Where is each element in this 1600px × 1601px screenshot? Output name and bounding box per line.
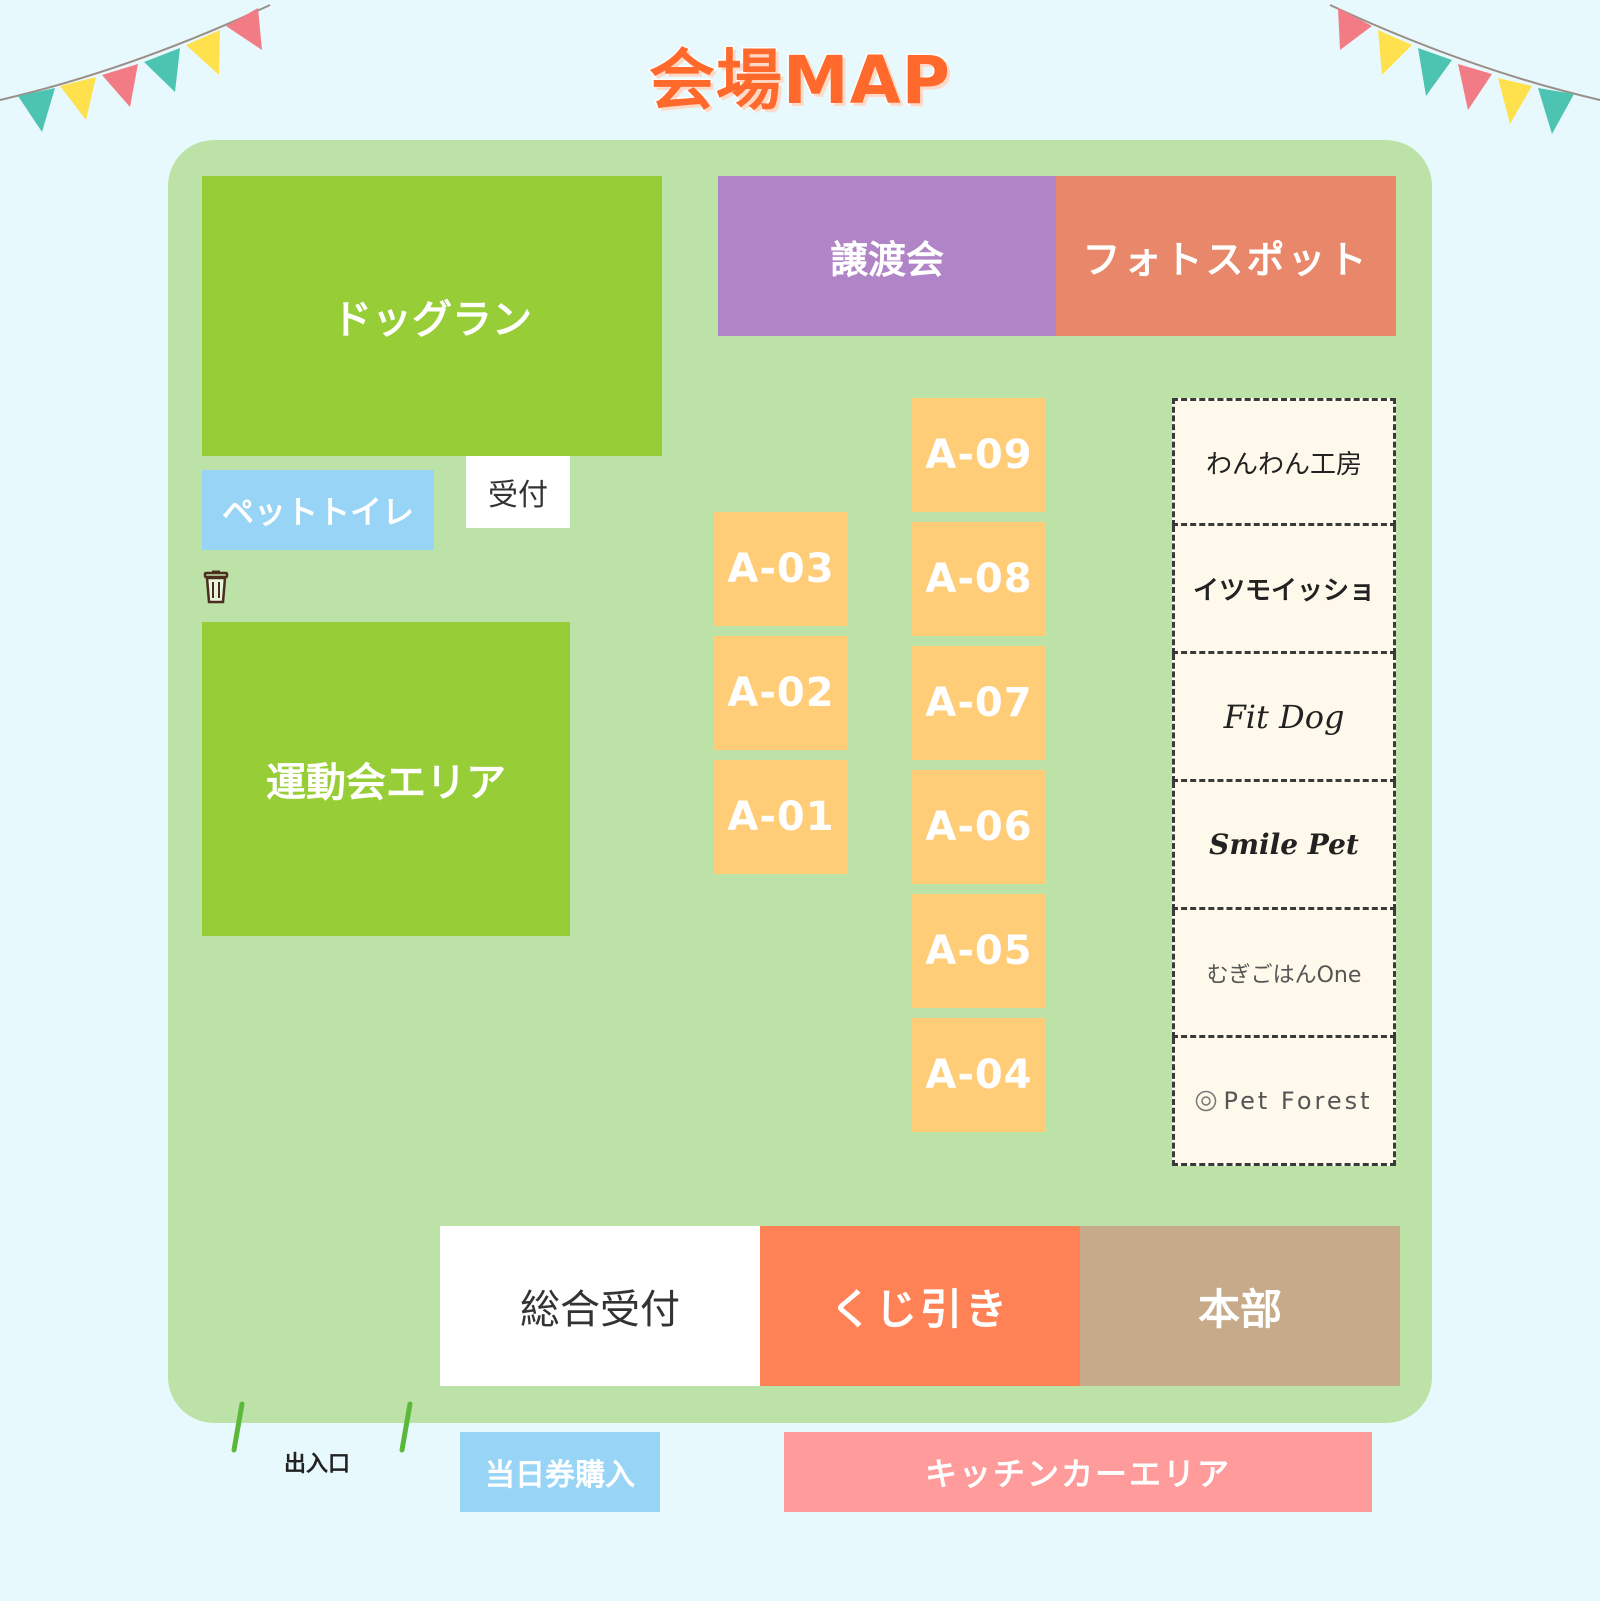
same-day-ticket-area[interactable]: 当日券購入: [460, 1432, 660, 1512]
general-reception-label: 総合受付: [520, 1287, 680, 1333]
booth-a-01[interactable]: A-01: [714, 760, 848, 874]
lottery-label: くじ引き: [829, 1284, 1010, 1334]
kitchen-car-area[interactable]: キッチンカーエリア: [784, 1432, 1372, 1512]
dog-run-label: ドッグラン: [332, 297, 532, 343]
booth-a-02[interactable]: A-02: [714, 636, 848, 750]
booth-label: A-03: [727, 546, 835, 592]
pet-toilet-label: ペットトイレ: [221, 493, 414, 531]
booth-label: A-01: [727, 794, 835, 840]
booth-a-04[interactable]: A-04: [912, 1018, 1046, 1132]
shop-label: Pet Forest: [1223, 1086, 1373, 1115]
booth-a-03[interactable]: A-03: [714, 512, 848, 626]
lottery-area[interactable]: くじ引き: [760, 1226, 1080, 1386]
booth-a-06[interactable]: A-06: [912, 770, 1046, 884]
shop-label: わんわん工房: [1205, 449, 1362, 480]
adoption-area[interactable]: 譲渡会: [718, 176, 1056, 336]
same-day-ticket-label: 当日券購入: [485, 1458, 635, 1493]
booth-label: A-09: [925, 432, 1033, 478]
shop-label: Smile Pet: [1209, 828, 1359, 861]
adoption-label: 譲渡会: [829, 237, 944, 282]
entrance-label: 出入口: [283, 1452, 350, 1477]
shop-mugi-gohan-one[interactable]: むぎごはんOne: [1172, 910, 1396, 1038]
leaf-emblem-icon: [1196, 1090, 1217, 1111]
photo-spot-label: フォトスポット: [1082, 237, 1370, 282]
booth-a-09[interactable]: A-09: [912, 398, 1046, 512]
reception-small[interactable]: 受付: [466, 456, 570, 528]
booth-label: A-04: [925, 1052, 1033, 1098]
shop-label: イツモイッショ: [1192, 576, 1375, 606]
shop-fit-dog[interactable]: Fit Dog: [1172, 654, 1396, 782]
pet-toilet-area[interactable]: ペットトイレ: [202, 470, 434, 550]
kitchen-car-label: キッチンカーエリア: [924, 1455, 1231, 1493]
shop-pet-forest[interactable]: Pet Forest: [1172, 1038, 1396, 1166]
sports-area[interactable]: 運動会エリア: [202, 622, 570, 936]
booth-label: A-07: [925, 680, 1033, 726]
booth-label: A-08: [925, 556, 1033, 602]
booth-label: A-05: [925, 928, 1033, 974]
booth-label: A-06: [925, 804, 1033, 850]
photo-spot-area[interactable]: フォトスポット: [1056, 176, 1396, 336]
page-title: 会場MAP: [647, 41, 952, 121]
booth-a-05[interactable]: A-05: [912, 894, 1046, 1008]
booth-a-08[interactable]: A-08: [912, 522, 1046, 636]
booth-label: A-02: [727, 670, 835, 716]
shop-label: むぎごはんOne: [1206, 962, 1362, 988]
headquarters-area[interactable]: 本部: [1080, 1226, 1400, 1386]
general-reception-area[interactable]: 総合受付: [440, 1226, 760, 1386]
shop-label: Fit Dog: [1223, 697, 1345, 736]
sports-area-label: 運動会エリア: [266, 760, 506, 806]
headquarters-label: 本部: [1197, 1284, 1282, 1334]
shop-wanwan-kobo[interactable]: わんわん工房: [1172, 398, 1396, 526]
shop-smile-pet[interactable]: Smile Pet: [1172, 782, 1396, 910]
shop-itsumo-issho[interactable]: イツモイッショ: [1172, 526, 1396, 654]
dog-run-area[interactable]: ドッグラン: [202, 176, 662, 456]
booth-a-07[interactable]: A-07: [912, 646, 1046, 760]
reception-small-label: 受付: [488, 478, 548, 513]
trash-icon: [203, 570, 229, 604]
bunting-right-icon: [1329, 4, 1600, 134]
bunting-left-icon: [0, 4, 271, 132]
